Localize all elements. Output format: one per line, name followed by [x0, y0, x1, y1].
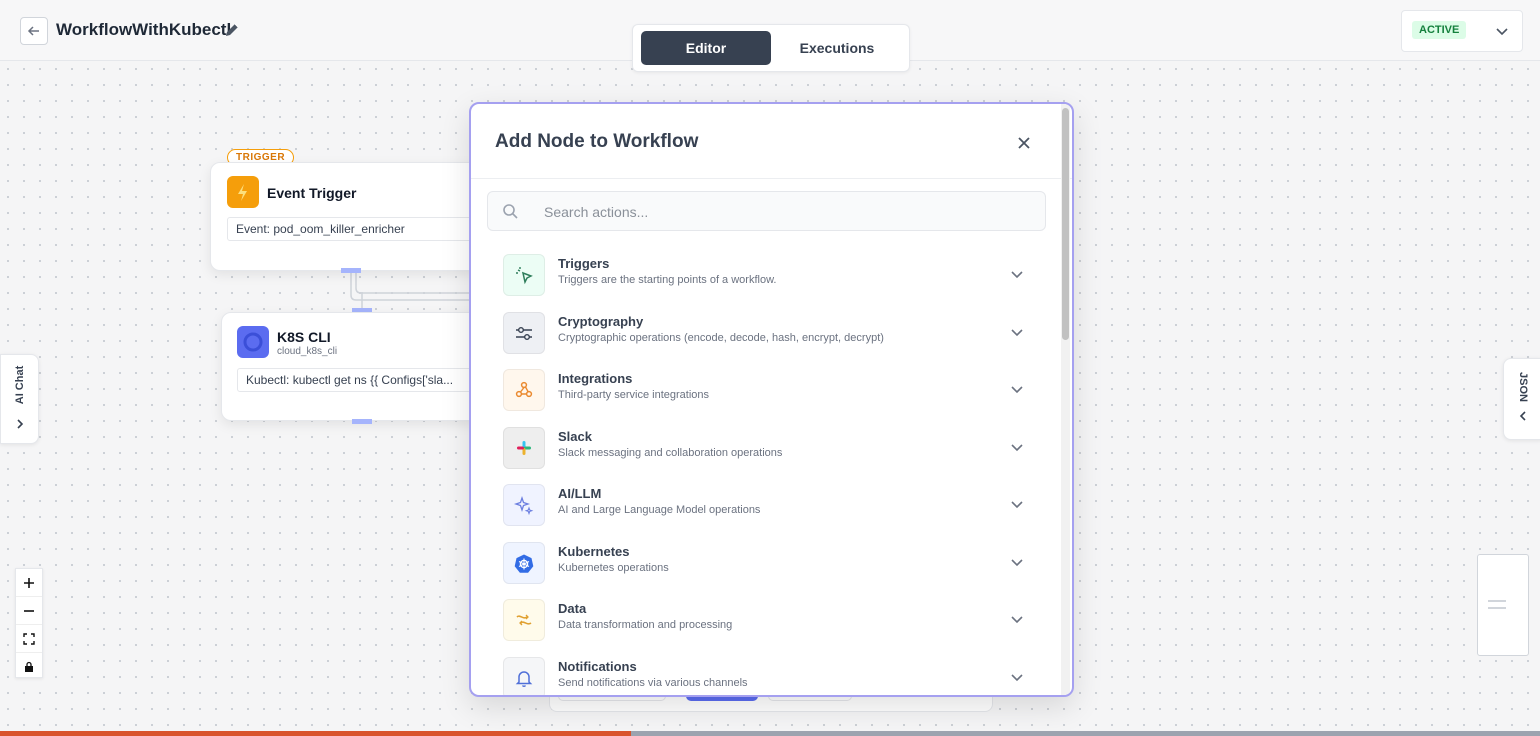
circle-icon [237, 326, 269, 358]
category-name: Triggers [558, 256, 610, 271]
category-description: Slack messaging and collaboration operat… [558, 446, 783, 459]
scroll-thumb[interactable] [1062, 108, 1069, 340]
category-description: Kubernetes operations [558, 561, 669, 574]
category-item[interactable]: Data Data transformation and processing [491, 595, 1039, 645]
zoom-out-button[interactable] [16, 597, 42, 625]
category-description: Cryptographic operations (encode, decode… [558, 331, 884, 344]
modal-title: Add Node to Workflow [495, 131, 699, 152]
progress-fill [0, 731, 632, 736]
category-name: AI/LLM [558, 486, 602, 501]
node-field: Kubectl: kubectl get ns {{ Configs['sla.… [237, 368, 492, 392]
category-description: Third-party service integrations [558, 389, 710, 401]
category-name: Kubernetes [558, 543, 630, 559]
lock-button[interactable] [16, 653, 42, 680]
output-handle[interactable] [352, 419, 372, 424]
category-description: Triggers are the starting points of a wo… [558, 274, 777, 286]
json-panel-toggle[interactable]: JSON [1503, 358, 1540, 440]
event-trigger-node[interactable]: Event Trigger Event: pod_oom_killer_enri… [210, 162, 492, 271]
category-name: Notifications [558, 658, 637, 674]
json-label: JSON [1517, 372, 1529, 402]
chevron-down-icon[interactable] [1009, 669, 1025, 685]
category-item[interactable]: Kubernetes Kubernetes operations [491, 538, 1039, 588]
bell-icon [503, 656, 545, 695]
chevron-down-icon[interactable] [1009, 381, 1025, 397]
back-button[interactable] [20, 17, 48, 45]
node-field: Event: pod_oom_killer_enricher [227, 217, 491, 241]
kubernetes-icon [503, 541, 545, 584]
category-name: Slack [558, 428, 592, 444]
sparkles-icon [503, 484, 545, 526]
zoom-controls [15, 568, 43, 678]
chevron-down-icon[interactable] [1009, 266, 1025, 282]
search-box [487, 191, 1046, 232]
node-title: K8S CLI [277, 329, 331, 345]
fit-view-icon [23, 632, 35, 645]
chevron-down-icon [1496, 28, 1508, 36]
search-input[interactable] [542, 192, 1036, 232]
bolt-icon [227, 176, 259, 208]
webhook-icon [503, 369, 545, 411]
scrollbar[interactable] [1061, 104, 1070, 695]
chevron-down-icon[interactable] [1009, 439, 1025, 455]
fit-view-button[interactable] [16, 625, 42, 653]
status-dropdown[interactable]: ACTIVE [1401, 10, 1523, 52]
chevron-right-icon [17, 419, 24, 429]
lock-icon [25, 661, 33, 672]
category-name: Integrations [558, 371, 633, 386]
chevron-down-icon[interactable] [1009, 496, 1025, 512]
view-tabs: Editor Executions [632, 24, 910, 72]
chevron-left-icon [1519, 411, 1526, 421]
node-title: Event Trigger [267, 185, 357, 201]
minimap-node [1488, 600, 1506, 609]
category-name: Data [558, 601, 587, 616]
progress-bar [0, 731, 1540, 736]
category-item[interactable]: Integrations Third-party service integrat… [491, 365, 1039, 415]
workflow-title: WorkflowWithKubectl [56, 20, 232, 39]
sliders-icon [503, 311, 545, 354]
tab-editor[interactable]: Editor [641, 31, 771, 65]
ai-chat-label: AI Chat [14, 365, 26, 405]
minimap[interactable] [1477, 554, 1529, 656]
zoom-in-button[interactable] [16, 569, 42, 597]
category-name: Cryptography [558, 313, 644, 329]
close-icon[interactable] [1014, 133, 1034, 153]
edge-connectors [350, 270, 480, 310]
k8s-cli-node[interactable]: K8S CLI cloud_k8s_cli Kubectl: kubectl g… [221, 312, 493, 421]
divider [471, 178, 1072, 179]
category-item[interactable]: Triggers Triggers are the starting points… [491, 250, 1039, 300]
output-handle[interactable] [341, 268, 361, 273]
arrow-left-icon [27, 26, 39, 36]
pencil-icon[interactable] [222, 20, 242, 40]
chevron-down-icon[interactable] [1009, 554, 1025, 570]
slack-icon [503, 426, 545, 469]
ai-chat-toggle[interactable]: AI Chat [0, 354, 39, 444]
chevron-down-icon[interactable] [1009, 324, 1025, 340]
plus-icon [24, 577, 34, 588]
node-subtitle: cloud_k8s_cli [277, 346, 338, 357]
tab-executions[interactable]: Executions [773, 31, 901, 65]
add-node-modal: Add Node to Workflow Triggers Triggers ar… [469, 102, 1074, 697]
chevron-down-icon[interactable] [1009, 611, 1025, 627]
data-transform-icon [503, 599, 545, 641]
category-item[interactable]: AI/LLM AI and Large Language Model operat… [491, 480, 1039, 530]
status-badge: ACTIVE [1412, 21, 1467, 39]
minus-icon [24, 609, 34, 612]
category-description: Data transformation and processing [558, 619, 733, 631]
cursor-click-icon [503, 254, 545, 296]
category-item[interactable]: Cryptography Cryptographic operations (en… [491, 308, 1039, 358]
search-icon [503, 204, 518, 219]
category-description: AI and Large Language Model operations [558, 504, 761, 516]
category-description: Send notifications via various channels [558, 676, 748, 689]
category-item[interactable]: Notifications Send notifications via vari… [491, 653, 1039, 695]
category-item[interactable]: Slack Slack messaging and collaboration o… [491, 423, 1039, 473]
